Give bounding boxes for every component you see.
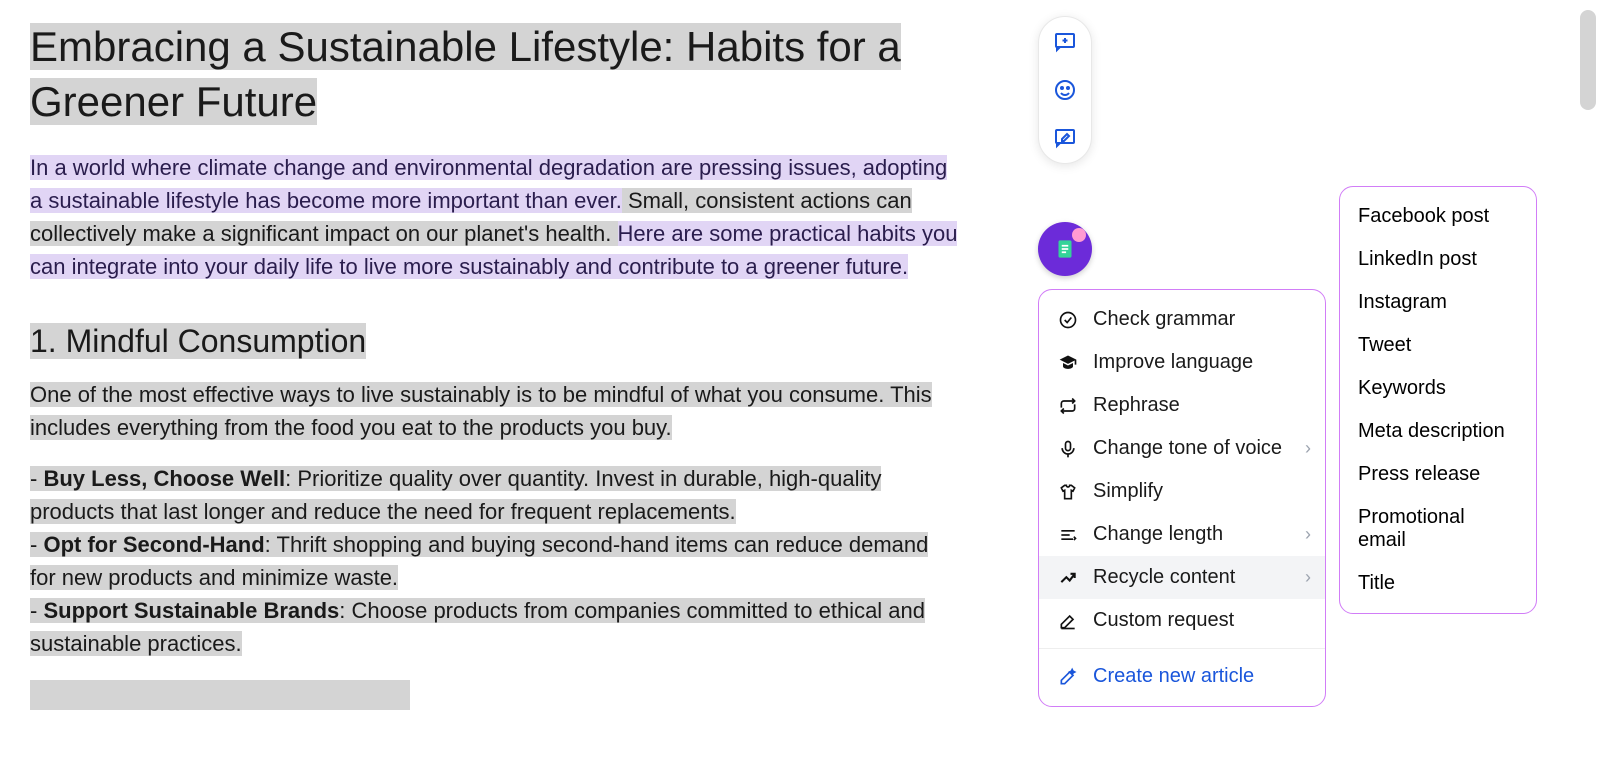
title-selected: Embracing a Sustainable Lifestyle: Habit… [30,23,901,125]
trailing-selection [30,680,410,710]
sparkles-icon [1057,666,1079,688]
emoji-button[interactable] [1050,75,1080,105]
submenu-facebook-post[interactable]: Facebook post [1340,195,1536,238]
bullet-list: - Buy Less, Choose Well: Prioritize qual… [30,462,960,660]
add-comment-button[interactable] [1050,27,1080,57]
menu-label: Change tone of voice [1093,437,1282,460]
submenu-keywords[interactable]: Keywords [1340,367,1536,410]
document-title: Embracing a Sustainable Lifestyle: Habit… [30,20,960,129]
chevron-right-icon: › [1305,438,1311,459]
intro-paragraph: In a world where climate change and envi… [30,151,960,283]
menu-label: Improve language [1093,351,1253,374]
submenu-linkedin-post[interactable]: LinkedIn post [1340,238,1536,281]
menu-check-grammar[interactable]: Check grammar [1039,298,1325,341]
menu-separator [1039,648,1325,649]
menu-create-new-article[interactable]: Create new article [1039,655,1325,698]
menu-custom-request[interactable]: Custom request [1039,599,1325,642]
repeat-icon [1057,395,1079,417]
menu-change-length[interactable]: Change length › [1039,513,1325,556]
menu-label: Custom request [1093,609,1234,632]
menu-change-tone[interactable]: Change tone of voice › [1039,427,1325,470]
pencil-icon [1057,610,1079,632]
menu-improve-language[interactable]: Improve language [1039,341,1325,384]
document-icon [1052,236,1078,262]
menu-label: Check grammar [1093,308,1235,331]
suggest-edits-button[interactable] [1050,123,1080,153]
check-circle-icon [1057,309,1079,331]
menu-label: Simplify [1093,480,1163,503]
submenu-press-release[interactable]: Press release [1340,453,1536,496]
submenu-title[interactable]: Title [1340,562,1536,605]
chevron-right-icon: › [1305,567,1311,588]
menu-label: Recycle content [1093,566,1235,589]
submenu-promotional-email[interactable]: Promotional email [1340,496,1536,562]
menu-label: Create new article [1093,665,1254,688]
chevron-right-icon: › [1305,524,1311,545]
microphone-icon [1057,438,1079,460]
submenu-meta-description[interactable]: Meta description [1340,410,1536,453]
menu-label: Change length [1093,523,1223,546]
scrollbar-thumb[interactable] [1580,10,1596,110]
ai-assistant-button[interactable] [1038,222,1092,276]
tshirt-icon [1057,481,1079,503]
recycle-content-submenu: Facebook post LinkedIn post Instagram Tw… [1339,186,1537,614]
menu-recycle-content[interactable]: Recycle content › [1039,556,1325,599]
submenu-tweet[interactable]: Tweet [1340,324,1536,367]
ai-actions-menu: Check grammar Improve language Rephrase … [1038,289,1326,707]
menu-label: Rephrase [1093,394,1180,417]
lines-icon [1057,524,1079,546]
floating-toolbar [1038,16,1092,164]
menu-rephrase[interactable]: Rephrase [1039,384,1325,427]
arrow-up-right-icon [1057,567,1079,589]
graduation-cap-icon [1057,352,1079,374]
document-body: Embracing a Sustainable Lifestyle: Habit… [30,20,960,715]
section-1-heading: 1. Mindful Consumption [30,323,960,360]
submenu-instagram[interactable]: Instagram [1340,281,1536,324]
section-1-paragraph: One of the most effective ways to live s… [30,378,960,444]
menu-simplify[interactable]: Simplify [1039,470,1325,513]
